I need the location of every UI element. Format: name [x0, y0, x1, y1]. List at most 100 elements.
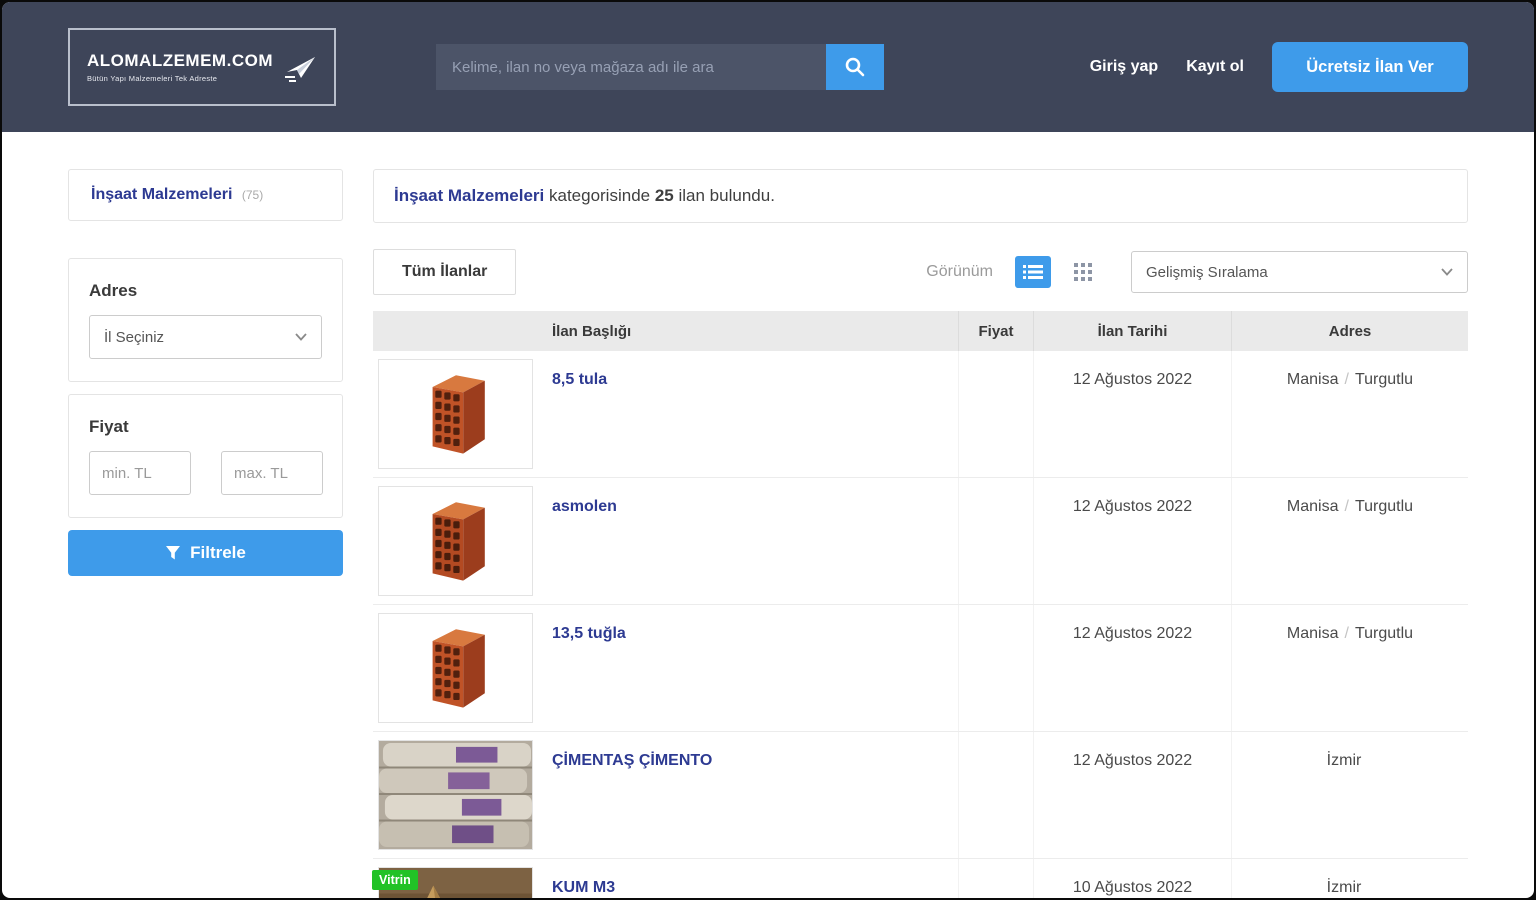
- listing-date: 10 Ağustos 2022: [1033, 859, 1231, 898]
- price-max-input[interactable]: [221, 451, 323, 495]
- listing-address: Manisa / Turgutlu: [1231, 478, 1468, 604]
- category-card: İnşaat Malzemeleri (75): [68, 169, 343, 221]
- login-link[interactable]: Giriş yap: [1090, 58, 1158, 76]
- listing-date: 12 Ağustos 2022: [1033, 478, 1231, 604]
- list-view-button[interactable]: [1015, 256, 1051, 288]
- city-select-value: İl Seçiniz: [104, 328, 165, 346]
- table-row: 8,5 tula 12 Ağustos 2022 Manisa / Turgutlu: [373, 351, 1468, 478]
- logo-tagline: Bütün Yapı Malzemeleri Tek Adreste: [87, 74, 218, 83]
- listing-price: [958, 732, 1033, 858]
- page: ALOMALZEMEM.COM Bütün Yapı Malzemeleri T…: [2, 2, 1534, 898]
- site-logo[interactable]: ALOMALZEMEM.COM Bütün Yapı Malzemeleri T…: [68, 28, 336, 106]
- header-date-col: İlan Tarihi: [1033, 311, 1231, 351]
- filters-sidebar: İnşaat Malzemeleri (75) Adres İl Seçiniz…: [68, 169, 343, 898]
- results-summary: İnşaat Malzemeleri kategorisinde 25 ilan…: [373, 169, 1468, 223]
- listing-address: Manisa / Turgutlu: [1231, 351, 1468, 477]
- header-price-col: Fiyat: [958, 311, 1033, 351]
- listing-thumbnail[interactable]: Vitrin: [372, 867, 533, 898]
- sort-select[interactable]: Gelişmiş Sıralama: [1131, 251, 1468, 293]
- header-address-col: Adres: [1231, 311, 1468, 351]
- listing-date: 12 Ağustos 2022: [1033, 605, 1231, 731]
- register-link[interactable]: Kayıt ol: [1186, 58, 1244, 76]
- table-header-row: İlan Başlığı Fiyat İlan Tarihi Adres: [373, 311, 1468, 351]
- listings-toolbar: Tüm İlanlar Görünüm Gelişmiş Sıralama: [373, 249, 1468, 295]
- table-row: Vitrin KUM M3 10 Ağustos 2022 İzmir: [372, 859, 1468, 898]
- grid-view-icon: [1074, 263, 1092, 281]
- category-count: (75): [241, 188, 264, 202]
- list-view-icon: [1023, 265, 1043, 279]
- toolbar-right: Görünüm Gelişmiş Sıralama: [926, 251, 1468, 293]
- listing-price: [958, 605, 1033, 731]
- listing-city: İzmir: [1326, 879, 1362, 896]
- top-header: ALOMALZEMEM.COM Bütün Yapı Malzemeleri T…: [2, 2, 1534, 132]
- content-area: İnşaat Malzemeleri (75) Adres İl Seçiniz…: [2, 132, 1534, 898]
- address-filter-title: Adres: [89, 281, 138, 300]
- chevron-down-icon: [1441, 268, 1453, 276]
- listing-address: İzmir: [1231, 859, 1468, 898]
- listing-title-link[interactable]: KUM M3: [552, 879, 615, 896]
- address-separator: /: [1344, 498, 1349, 515]
- grid-view-button[interactable]: [1065, 256, 1101, 288]
- listing-thumbnail[interactable]: [378, 613, 533, 723]
- listing-address: Manisa / Turgutlu: [1231, 605, 1468, 731]
- auth-links: Giriş yap Kayıt ol Ücretsiz İlan Ver: [1090, 42, 1468, 92]
- sidebar-category-link[interactable]: İnşaat Malzemeleri: [91, 186, 232, 203]
- paper-plane-icon: [284, 57, 315, 82]
- listing-city: Manisa: [1286, 371, 1339, 388]
- header-title-col: İlan Başlığı: [552, 322, 632, 340]
- table-row: asmolen 12 Ağustos 2022 Manisa / Turgutlu: [373, 478, 1468, 605]
- results-main: İnşaat Malzemeleri kategorisinde 25 ilan…: [372, 169, 1468, 898]
- chevron-down-icon: [295, 333, 307, 341]
- price-filter-card: Fiyat: [68, 394, 343, 518]
- logo-text: ALOMALZEMEM.COM Bütün Yapı Malzemeleri T…: [87, 51, 273, 83]
- listing-thumbnail[interactable]: [378, 486, 533, 596]
- listing-district: Turgutlu: [1354, 625, 1414, 642]
- listing-city: Manisa: [1286, 625, 1339, 642]
- listing-price: [958, 351, 1033, 477]
- listing-date: 12 Ağustos 2022: [1033, 351, 1231, 477]
- logo-title: ALOMALZEMEM.COM: [87, 51, 273, 70]
- filter-button[interactable]: Filtrele: [68, 530, 343, 576]
- listing-title-link[interactable]: asmolen: [552, 498, 617, 515]
- results-summary-suffix: ilan bulundu.: [678, 186, 775, 205]
- listing-title-link[interactable]: ÇİMENTAŞ ÇİMENTO: [552, 752, 712, 769]
- filter-icon: [166, 546, 181, 560]
- listings-table: İlan Başlığı Fiyat İlan Tarihi Adres 8,5…: [372, 311, 1468, 898]
- listing-district: Turgutlu: [1354, 371, 1414, 388]
- listing-city: Manisa: [1286, 498, 1339, 515]
- listing-date: 12 Ağustos 2022: [1033, 732, 1231, 858]
- view-label: Görünüm: [926, 263, 993, 280]
- listing-price: [958, 478, 1033, 604]
- listing-thumbnail[interactable]: [378, 740, 533, 850]
- filter-button-label: Filtrele: [190, 543, 246, 562]
- table-row: 13,5 tuğla 12 Ağustos 2022 Manisa / Turgut…: [373, 605, 1468, 732]
- city-select[interactable]: İl Seçiniz: [89, 315, 322, 359]
- search-button[interactable]: [826, 44, 884, 90]
- listing-title-link[interactable]: 8,5 tula: [552, 371, 607, 388]
- post-ad-button[interactable]: Ücretsiz İlan Ver: [1272, 42, 1468, 92]
- price-min-input[interactable]: [89, 451, 191, 495]
- listing-price: [958, 859, 1033, 898]
- brick-image: [432, 375, 485, 454]
- search-icon: [845, 57, 865, 77]
- search-input[interactable]: [436, 44, 826, 90]
- table-row: ÇİMENTAŞ ÇİMENTO 12 Ağustos 2022 İzmir: [373, 732, 1468, 859]
- results-category-link[interactable]: İnşaat Malzemeleri: [394, 186, 544, 205]
- listing-title-link[interactable]: 13,5 tuğla: [552, 625, 626, 642]
- price-filter-title: Fiyat: [89, 417, 129, 436]
- tab-all-listings[interactable]: Tüm İlanlar: [373, 249, 517, 295]
- listing-thumbnail[interactable]: [378, 359, 533, 469]
- sort-select-value: Gelişmiş Sıralama: [1146, 263, 1268, 281]
- brick-image: [432, 629, 485, 708]
- address-separator: /: [1344, 371, 1349, 388]
- results-summary-middle: kategorisinde: [548, 186, 651, 205]
- cement-bags-image: [379, 741, 532, 849]
- results-count: 25: [654, 186, 674, 205]
- brick-image: [432, 502, 485, 581]
- address-separator: /: [1344, 625, 1349, 642]
- address-filter-card: Adres İl Seçiniz: [68, 258, 343, 382]
- price-inputs: [89, 451, 323, 495]
- search-bar: [436, 44, 884, 90]
- vitrin-badge: Vitrin: [372, 870, 418, 890]
- listing-address: İzmir: [1231, 732, 1468, 858]
